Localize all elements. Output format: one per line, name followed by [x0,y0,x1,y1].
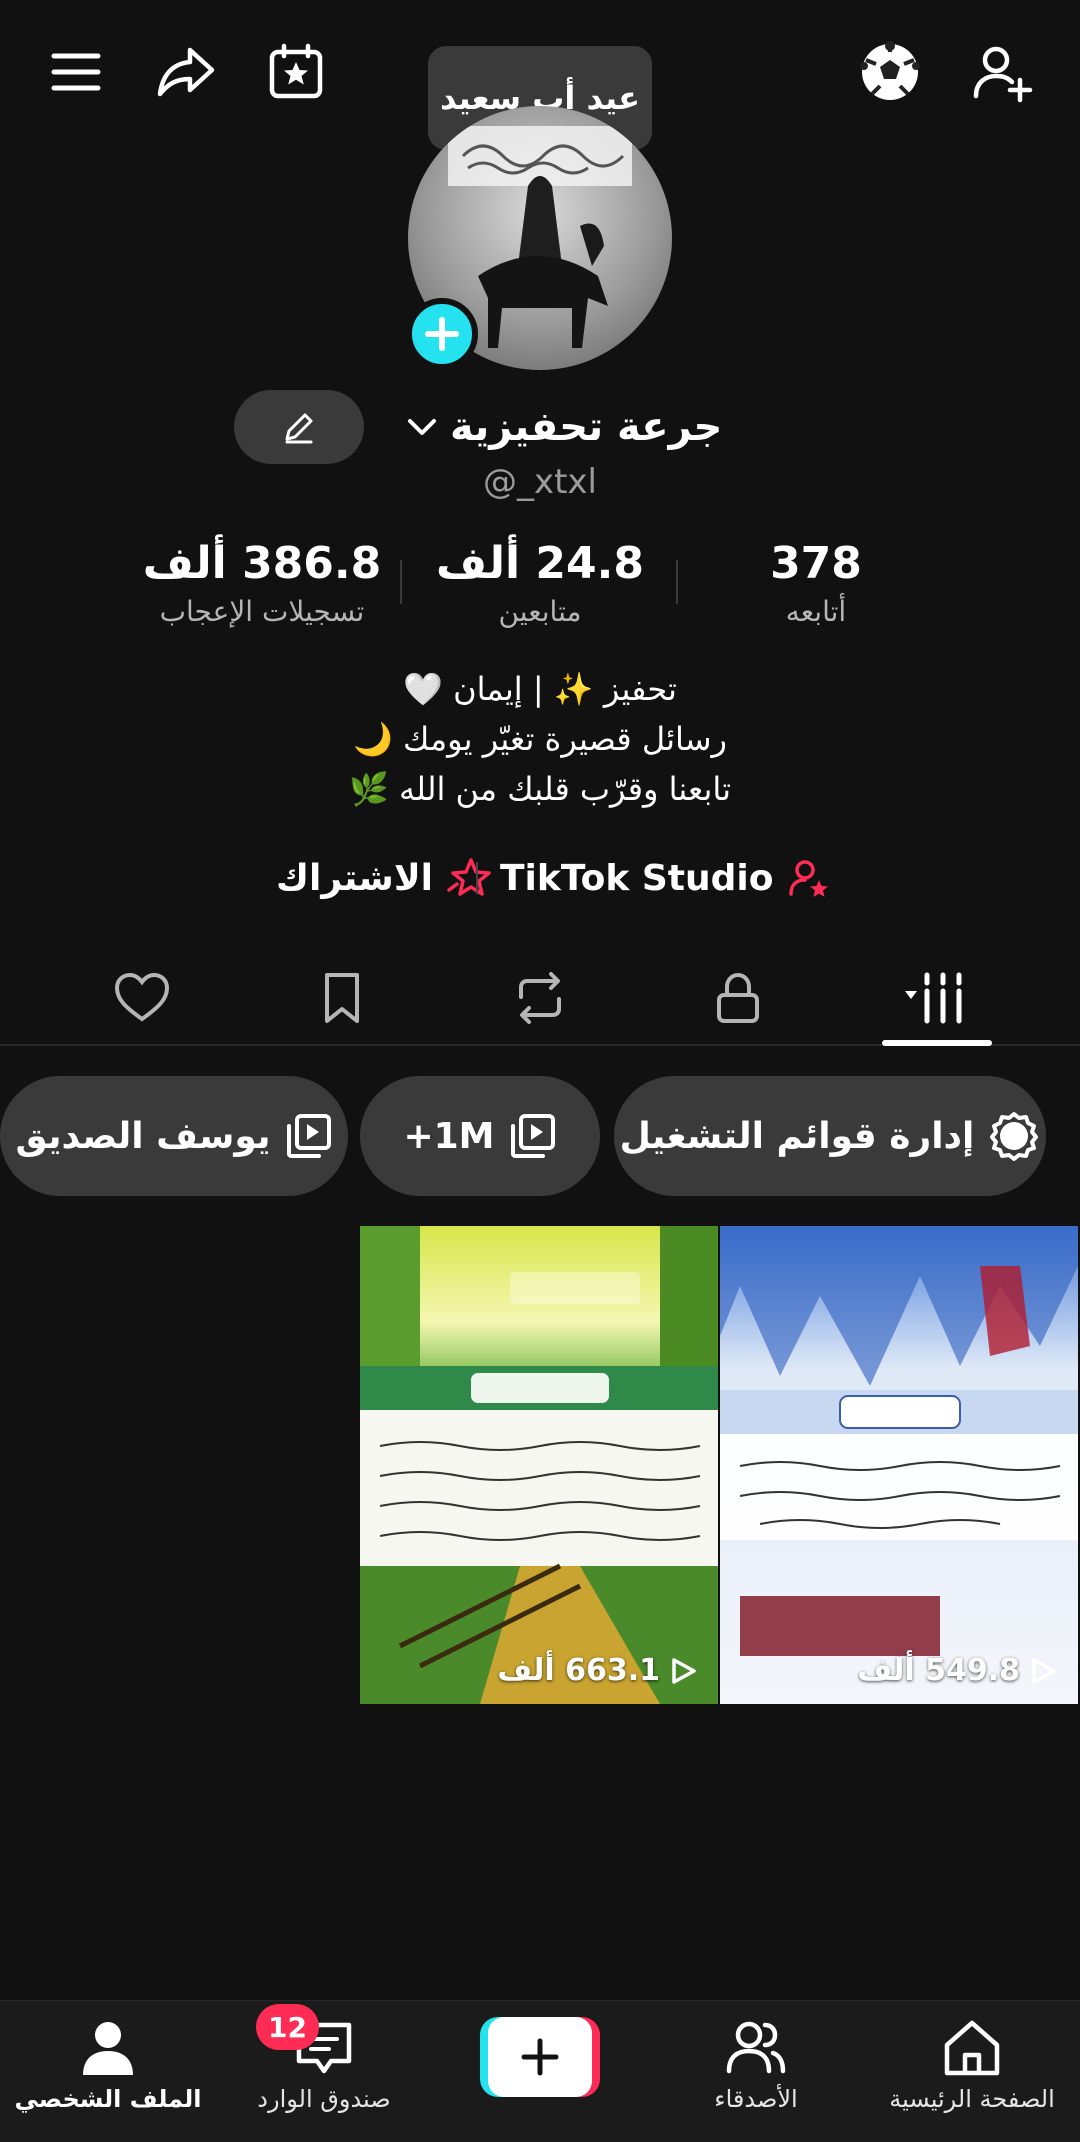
nav-profile[interactable]: الملف الشخصي [8,2015,208,2135]
play-icon [672,1657,696,1684]
nav-friends[interactable]: الأصدقاء [656,2015,856,2135]
following-count: 378 [770,538,862,589]
followers-count: 24.8 ألف [436,538,644,589]
playlist-icon [510,1114,555,1158]
tiktok-studio-label: TikTok Studio [500,857,774,899]
stat-likes[interactable]: 386.8 ألف تسجيلات الإعجاب [132,538,392,628]
lock-icon [717,972,759,1023]
stat-followers[interactable]: 24.8 ألف متابعين [410,538,670,628]
chevron-down-icon [408,419,436,435]
inbox-badge: 12 [256,2004,319,2050]
active-tab-indicator [882,1040,992,1046]
video-thumbnail[interactable]: 663.1 ألف [360,1226,718,1704]
tab-favorites[interactable] [282,950,402,1046]
display-name: جرعة تحفيزية [450,404,723,450]
plus-icon [521,2038,559,2076]
share-icon[interactable] [150,36,222,108]
edit-name-button[interactable] [234,390,364,464]
nav-inbox[interactable]: صندوق الوارد [224,2015,424,2135]
video-views: 549.8 ألف [857,1653,1058,1688]
bio-line-1: تحفيز ✨ | إيمان 🤍 [403,670,677,708]
home-icon [944,2020,1000,2076]
manage-playlists-label: إدارة قوائم التشغيل [619,1115,975,1157]
friends-icon [726,2021,786,2074]
add-friend-icon[interactable] [966,36,1038,108]
nav-home-label: الصفحة الرئيسية [889,2085,1055,2113]
grid-dropdown-icon [905,972,962,1024]
video-views-count: 663.1 ألف [497,1653,660,1688]
tab-liked[interactable] [82,950,202,1046]
bio: تحفيز ✨ | إيمان 🤍 رسائل قصيرة تغيّر يومك… [0,664,1080,814]
pencil-icon [285,413,313,444]
tab-videos[interactable] [876,950,996,1046]
playlist-1m-label: +1M [403,1115,495,1157]
manage-playlists-button[interactable]: إدارة قوائم التشغيل [614,1076,1046,1196]
playlist-1m-button[interactable]: +1M [360,1076,600,1196]
play-icon [1032,1657,1056,1684]
nav-inbox-label: صندوق الوارد [257,2085,391,2113]
add-story-button[interactable] [406,298,478,370]
bio-line-2: رسائل قصيرة تغيّر يومك 🌙 [352,720,727,758]
gear-icon [990,1112,1039,1161]
soccer-ball-icon[interactable] [854,36,926,108]
subscribe-link[interactable]: الاشتراك [276,848,493,908]
followers-label: متابعين [498,595,582,628]
bio-line-3: تابعنا وقرّب قلبك من الله 🌿 [348,770,732,808]
menu-icon[interactable] [40,36,112,108]
create-button[interactable] [480,2017,600,2097]
bottom-nav: الملف الشخصي صندوق الوارد الأصدقاء الصفح… [0,2000,1080,2142]
nav-home[interactable]: الصفحة الرئيسية [872,2015,1072,2135]
nav-profile-label: الملف الشخصي [14,2085,202,2113]
subscribe-label: الاشتراك [276,857,433,899]
display-name-button[interactable]: جرعة تحفيزية [404,390,722,464]
profile-icon [83,2022,133,2075]
stat-following[interactable]: 378 أتابعه [686,538,946,628]
tiktok-studio-link[interactable]: TikTok Studio [500,848,833,908]
repost-icon [519,972,561,1024]
studio-icon [789,860,829,897]
subscribe-star-icon [447,858,491,896]
playlist-yusuf-label: يوسف الصديق [15,1115,271,1157]
tab-reposts[interactable] [480,950,600,1046]
likes-label: تسجيلات الإعجاب [159,595,365,628]
heart-icon [114,972,170,1022]
bookmark-icon [325,973,359,1023]
tab-private[interactable] [678,950,798,1046]
calendar-star-icon[interactable] [260,36,332,108]
video-views-count: 549.8 ألف [857,1653,1020,1688]
playlist-icon [286,1114,331,1158]
video-views: 663.1 ألف [497,1653,698,1688]
username: @_xtxl [482,462,598,502]
video-thumbnail[interactable]: 549.8 ألف [720,1226,1078,1704]
following-label: أتابعه [785,595,847,628]
nav-friends-label: الأصدقاء [714,2085,798,2113]
likes-count: 386.8 ألف [142,538,382,589]
playlist-yusuf-button[interactable]: يوسف الصديق [0,1076,348,1196]
